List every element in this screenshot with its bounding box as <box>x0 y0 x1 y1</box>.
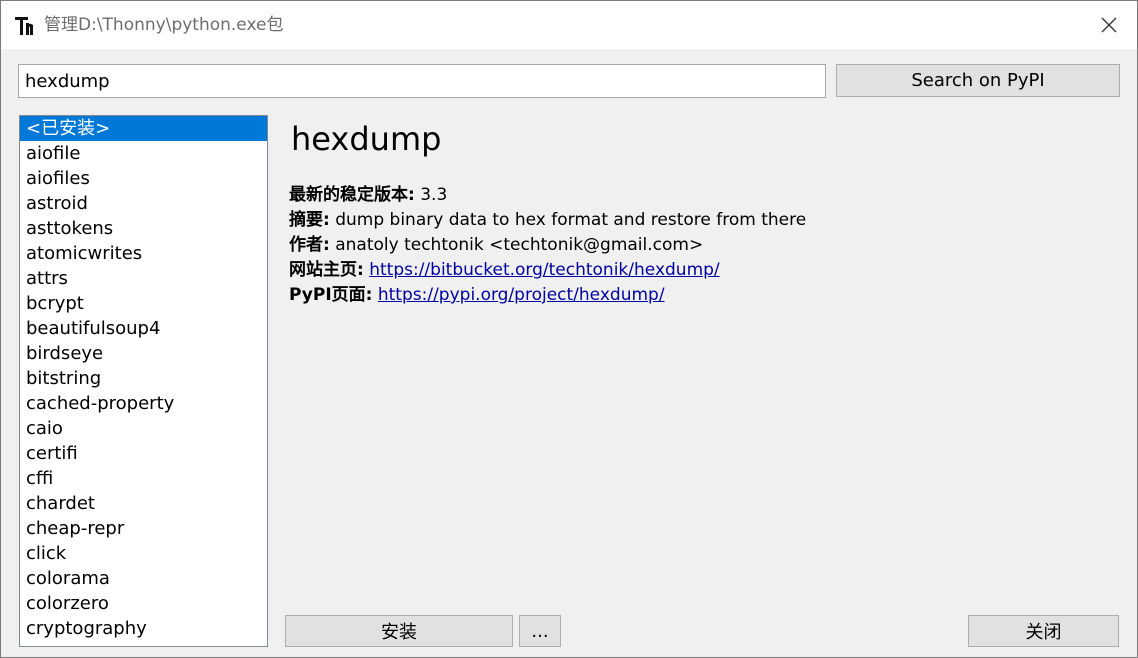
summary-label: 摘要: <box>289 210 330 230</box>
close-icon <box>1101 17 1117 33</box>
package-list-item[interactable]: chardet <box>20 491 267 516</box>
package-list-item[interactable]: birdseye <box>20 341 267 366</box>
package-list-item[interactable]: atomicwrites <box>20 241 267 266</box>
package-list-item[interactable]: bcrypt <box>20 291 267 316</box>
package-list-item[interactable]: cffi <box>20 466 267 491</box>
package-list-item[interactable]: cryptography <box>20 616 267 641</box>
package-list-item[interactable]: colorzero <box>20 591 267 616</box>
package-list-item[interactable]: aiofiles <box>20 166 267 191</box>
pypi-line: PyPI页面: https://pypi.org/project/hexdump… <box>289 283 1119 308</box>
summary-line: 摘要: dump binary data to hex format and r… <box>289 208 1119 233</box>
package-list-item[interactable]: cached-property <box>20 391 267 416</box>
summary-value: dump binary data to hex format and resto… <box>335 210 807 230</box>
window-title: 管理D:\Thonny\python.exe包 <box>44 15 284 35</box>
homepage-link[interactable]: https://bitbucket.org/techtonik/hexdump/ <box>369 260 719 280</box>
package-list-item[interactable]: bitstring <box>20 366 267 391</box>
package-search-input[interactable] <box>18 64 826 98</box>
author-label: 作者: <box>289 235 330 255</box>
homepage-label: 网站主页: <box>289 260 364 280</box>
homepage-line: 网站主页: https://bitbucket.org/techtonik/he… <box>289 258 1119 283</box>
package-list-item[interactable]: colorama <box>20 566 267 591</box>
package-list-item[interactable]: asttokens <box>20 216 267 241</box>
package-list-item[interactable]: astroid <box>20 191 267 216</box>
version-line: 最新的稳定版本: 3.3 <box>289 183 1119 208</box>
author-line: 作者: anatoly techtonik <techtonik@gmail.c… <box>289 233 1119 258</box>
package-list-item[interactable]: certifi <box>20 441 267 466</box>
package-list-item[interactable]: <已安装> <box>20 116 267 141</box>
package-title: hexdump <box>291 120 442 158</box>
search-pypi-button[interactable]: Search on PyPI <box>836 64 1120 97</box>
version-label: 最新的稳定版本: <box>289 185 415 205</box>
package-list-item[interactable]: click <box>20 541 267 566</box>
package-list-item[interactable]: beautifulsoup4 <box>20 316 267 341</box>
close-button[interactable]: 关闭 <box>968 615 1119 647</box>
window-close-button[interactable] <box>1081 1 1137 49</box>
thonny-logo-icon <box>15 17 33 35</box>
title-bar[interactable]: 管理D:\Thonny\python.exe包 <box>1 1 1137 49</box>
package-list-item[interactable]: caio <box>20 416 267 441</box>
package-list-item[interactable]: aiofile <box>20 141 267 166</box>
package-list[interactable]: <已安装> aiofile aiofiles astroid asttokens atom… <box>19 115 268 647</box>
version-value: 3.3 <box>420 185 448 205</box>
more-options-button[interactable]: ... <box>519 615 561 647</box>
author-value: anatoly techtonik <techtonik@gmail.com> <box>335 235 704 255</box>
package-manager-window: 管理D:\Thonny\python.exe包 Search on PyPI <… <box>0 0 1138 658</box>
package-details: hexdump 最新的稳定版本: 3.3 摘要: dump binary dat… <box>289 117 1119 308</box>
pypi-link[interactable]: https://pypi.org/project/hexdump/ <box>378 285 665 305</box>
pypi-label: PyPI页面: <box>289 285 373 305</box>
package-list-item[interactable]: cheap-repr <box>20 516 267 541</box>
package-list-item[interactable]: attrs <box>20 266 267 291</box>
install-button[interactable]: 安装 <box>285 615 513 647</box>
